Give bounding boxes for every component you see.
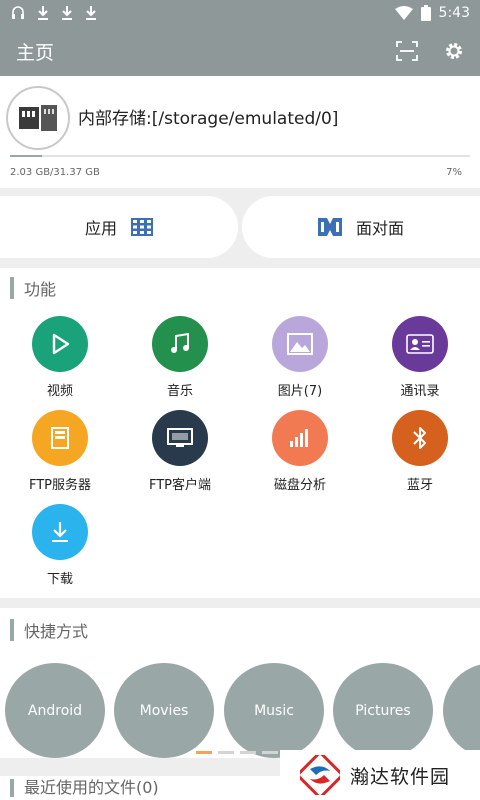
functions-section: 功能 视频 音乐 图片(7) 通讯录 FTP服务器 FTP客户端 磁盘分析 蓝牙… — [0, 268, 480, 598]
status-bar: 5:43 — [0, 0, 480, 26]
wifi-icon — [394, 6, 413, 20]
function-video[interactable]: 视频 — [0, 316, 120, 399]
function-pictures-circle — [272, 316, 328, 372]
function-ftp-server[interactable]: FTP服务器 — [0, 410, 120, 493]
apps-button[interactable]: 应用 — [0, 196, 238, 258]
function-label: 视频 — [46, 384, 73, 399]
download-arrow-icon — [52, 522, 68, 542]
shortcut-label: Android — [27, 702, 83, 719]
function-label: 下载 — [46, 572, 73, 587]
shortcut-label: Pictures — [355, 702, 411, 719]
function-ftp-client[interactable]: FTP客户端 — [120, 410, 240, 493]
image-icon — [287, 333, 313, 355]
face-to-face-icon — [317, 218, 342, 236]
apps-label: 应用 — [84, 219, 117, 238]
section-marker — [10, 619, 14, 641]
shortcut-pictures[interactable]: Pictures — [333, 663, 433, 758]
function-bluetooth[interactable]: 蓝牙 — [360, 410, 480, 493]
functions-grid: 视频 音乐 图片(7) 通讯录 FTP服务器 FTP客户端 磁盘分析 蓝牙 下载 — [0, 308, 480, 628]
download-icon — [62, 6, 72, 20]
bluetooth-icon — [413, 427, 426, 449]
function-label: 磁盘分析 — [273, 478, 326, 493]
storage-path: 内部存储:[/storage/emulated/0] — [78, 109, 339, 129]
section-header: 快捷方式 — [0, 608, 480, 652]
status-time: 5:43 — [438, 5, 470, 21]
page-dot — [262, 751, 278, 754]
shortcut-label: Music — [254, 702, 294, 719]
sd-card-avatar — [6, 86, 70, 150]
page-title: 主页 — [16, 41, 55, 64]
section-title: 功能 — [24, 280, 57, 299]
function-pictures[interactable]: 图片(7) — [240, 316, 360, 399]
function-label: 图片(7) — [277, 384, 323, 399]
function-bluetooth-circle — [392, 410, 448, 466]
shortcuts-list: Android Movies Music Pictures — [0, 663, 480, 758]
watermark-logo — [300, 755, 340, 795]
storage-usage-fill — [10, 155, 43, 157]
function-download-circle — [32, 504, 88, 560]
ftp-server-icon — [51, 427, 69, 449]
face-to-face-label: 面对面 — [355, 219, 404, 238]
section-title: 最近使用的文件(0) — [24, 778, 159, 797]
battery-icon — [420, 5, 431, 21]
section-marker — [10, 277, 14, 299]
storage-percent: 7% — [446, 167, 462, 178]
quick-actions: 应用 面对面 — [0, 196, 480, 258]
music-note-icon — [171, 332, 189, 353]
contact-card-icon — [406, 334, 434, 354]
function-ftp-server-circle — [32, 410, 88, 466]
function-contacts[interactable]: 通讯录 — [360, 316, 480, 399]
face-to-face-button[interactable]: 面对面 — [242, 196, 480, 258]
function-ftp-client-circle — [152, 410, 208, 466]
shortcut-label: Movies — [139, 702, 189, 719]
function-music[interactable]: 音乐 — [120, 316, 240, 399]
section-title: 快捷方式 — [24, 622, 89, 641]
function-video-circle — [32, 316, 88, 372]
sd-card-icon — [19, 105, 57, 131]
shortcut-android[interactable]: Android — [5, 663, 105, 758]
ftp-client-icon — [167, 428, 193, 447]
function-label: 通讯录 — [400, 384, 440, 399]
function-disk-analysis[interactable]: 磁盘分析 — [240, 410, 360, 493]
function-music-circle — [152, 316, 208, 372]
watermark-text: 瀚达软件园 — [350, 765, 451, 788]
page-dot — [240, 751, 256, 754]
page-dot — [196, 751, 212, 754]
function-label: 蓝牙 — [406, 478, 433, 493]
play-icon — [52, 333, 70, 355]
headset-icon — [12, 6, 24, 19]
download-icon — [38, 6, 48, 20]
page-indicator — [196, 751, 278, 754]
storage-card[interactable]: 内部存储:[/storage/emulated/0] 2.03 GB/31.37… — [0, 76, 480, 188]
bar-chart-icon — [290, 429, 308, 447]
grid-icon — [131, 218, 153, 236]
function-label: 音乐 — [166, 384, 193, 399]
page-dot — [218, 751, 234, 754]
shortcut-movies[interactable]: Movies — [114, 663, 214, 758]
storage-usage-bar — [10, 155, 470, 157]
app-bar: 主页 — [0, 26, 480, 76]
function-label: FTP服务器 — [28, 478, 92, 493]
function-contacts-circle — [392, 316, 448, 372]
scan-icon[interactable] — [396, 41, 418, 61]
function-label: FTP客户端 — [148, 478, 212, 493]
shortcut-music[interactable]: Music — [224, 663, 324, 758]
storage-size: 2.03 GB/31.37 GB — [10, 167, 100, 178]
download-icon — [86, 6, 96, 20]
section-header: 功能 — [0, 268, 480, 308]
shortcut-more[interactable] — [443, 663, 480, 758]
watermark: 瀚达软件园 — [280, 750, 480, 800]
function-disk-analysis-circle — [272, 410, 328, 466]
gear-icon[interactable] — [444, 41, 464, 61]
section-marker — [10, 779, 14, 797]
function-download[interactable]: 下载 — [0, 504, 120, 587]
